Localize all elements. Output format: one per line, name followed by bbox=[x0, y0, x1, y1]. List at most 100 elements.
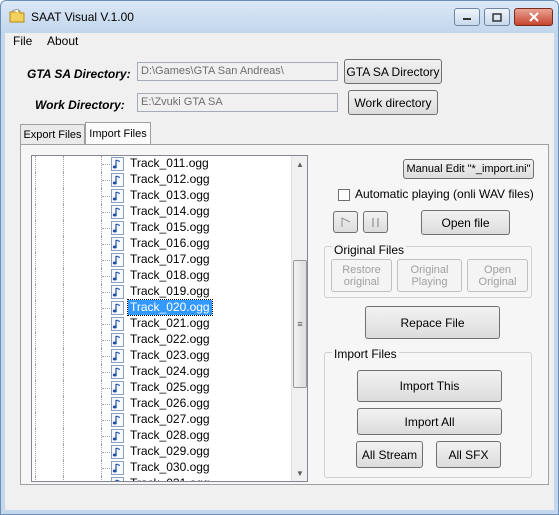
tree-item[interactable]: Track_025.ogg bbox=[32, 380, 292, 396]
audio-file-icon bbox=[111, 365, 124, 379]
play-icon bbox=[341, 216, 350, 227]
tree-guide-line bbox=[63, 428, 65, 444]
tree-item[interactable]: Track_030.ogg bbox=[32, 460, 292, 476]
tree-connector bbox=[102, 356, 110, 357]
tree-item[interactable]: Track_028.ogg bbox=[32, 428, 292, 444]
restore-original-line1: Restore bbox=[342, 263, 381, 276]
audio-file-icon bbox=[111, 317, 124, 331]
audio-file-icon bbox=[111, 381, 124, 395]
tree-guide-line bbox=[35, 364, 37, 380]
tab-export-files[interactable]: Export Files bbox=[20, 124, 85, 144]
tree-connector bbox=[102, 260, 110, 261]
tree-item[interactable]: Track_026.ogg bbox=[32, 396, 292, 412]
tree-connector bbox=[102, 436, 110, 437]
tree-item[interactable]: Track_024.ogg bbox=[32, 364, 292, 380]
tree-item-label: Track_029.ogg bbox=[130, 444, 210, 458]
tree-connector bbox=[102, 452, 110, 453]
tree-guide-line bbox=[63, 332, 65, 348]
tree-guide-line bbox=[35, 268, 37, 284]
tree-item[interactable]: Track_023.ogg bbox=[32, 348, 292, 364]
tree-item[interactable]: Track_022.ogg bbox=[32, 332, 292, 348]
repace-file-button[interactable]: Repace File bbox=[365, 306, 500, 339]
tree-item-label: Track_015.ogg bbox=[130, 220, 210, 234]
open-file-button[interactable]: Open file bbox=[421, 210, 510, 235]
tree-guide-line bbox=[63, 396, 65, 412]
tree-guide-line bbox=[35, 332, 37, 348]
import-this-button[interactable]: Import This bbox=[357, 370, 502, 402]
audio-file-icon bbox=[111, 173, 124, 187]
tree-connector bbox=[102, 244, 110, 245]
tree-guide-line bbox=[63, 476, 65, 481]
tree-item[interactable]: Track_020.ogg bbox=[32, 299, 292, 316]
tree-guide-line bbox=[63, 220, 65, 236]
tree-item-label: Track_023.ogg bbox=[130, 348, 210, 362]
original-playing-button[interactable]: Original Playing bbox=[397, 259, 462, 292]
auto-play-checkbox[interactable] bbox=[338, 189, 350, 201]
tree-guide-line bbox=[35, 300, 37, 316]
restore-original-button[interactable]: Restore original bbox=[331, 259, 392, 292]
tree-scrollbar[interactable]: ▲ ≡ ▼ bbox=[291, 156, 307, 481]
import-all-button[interactable]: Import All bbox=[357, 408, 502, 435]
tree-guide-line bbox=[35, 172, 37, 188]
tree-item[interactable]: Track_029.ogg bbox=[32, 444, 292, 460]
tree-item[interactable]: Track_016.ogg bbox=[32, 236, 292, 252]
work-dir-field[interactable]: E:\Zvuki GTA SA bbox=[137, 93, 338, 112]
tree-guide-line bbox=[35, 444, 37, 460]
tree-item[interactable]: Track_019.ogg bbox=[32, 284, 292, 300]
tree-guide-line bbox=[63, 364, 65, 380]
tab-import-files[interactable]: Import Files bbox=[85, 122, 151, 144]
all-sfx-button[interactable]: All SFX bbox=[436, 441, 501, 468]
tree-guide-line bbox=[63, 348, 65, 364]
tree-item[interactable]: Track_011.ogg bbox=[32, 156, 292, 172]
tree-item-label: Track_019.ogg bbox=[130, 284, 210, 298]
work-dir-button[interactable]: Work directory bbox=[348, 90, 438, 115]
audio-file-icon bbox=[111, 221, 124, 235]
scroll-thumb[interactable]: ≡ bbox=[293, 260, 307, 388]
tree-item[interactable]: Track_021.ogg bbox=[32, 316, 292, 332]
gta-dir-field[interactable]: D:\Games\GTA San Andreas\ bbox=[137, 62, 338, 81]
scroll-down-icon[interactable]: ▼ bbox=[292, 465, 307, 481]
menu-about[interactable]: About bbox=[47, 34, 78, 48]
tree-item-label: Track_031.ogg bbox=[128, 476, 212, 481]
all-stream-button[interactable]: All Stream bbox=[356, 441, 423, 468]
tree-item[interactable]: Track_027.ogg bbox=[32, 412, 292, 428]
tree-item[interactable]: Track_013.ogg bbox=[32, 188, 292, 204]
tree-connector bbox=[102, 372, 110, 373]
close-button[interactable] bbox=[514, 8, 553, 26]
tree-guide-line bbox=[63, 300, 65, 316]
manual-edit-button[interactable]: Manual Edit "*_import.ini" bbox=[403, 159, 534, 179]
tree-connector bbox=[102, 404, 110, 405]
play-button[interactable] bbox=[333, 211, 358, 233]
pause-icon bbox=[371, 217, 379, 227]
gta-dir-label: GTA SA Directory: bbox=[27, 67, 131, 81]
open-original-button[interactable]: Open Original bbox=[467, 259, 528, 292]
maximize-button[interactable] bbox=[484, 8, 510, 26]
close-icon bbox=[515, 9, 552, 25]
folder-icon bbox=[9, 9, 25, 23]
menu-bar: File About bbox=[5, 33, 554, 50]
tree-guide-line bbox=[35, 284, 37, 300]
tree-guide-line bbox=[63, 412, 65, 428]
tree-guide-line bbox=[35, 476, 37, 481]
title-bar[interactable]: SAAT Visual V.1.00 bbox=[1, 1, 558, 33]
tree-guide-line bbox=[63, 444, 65, 460]
gta-dir-button[interactable]: GTA SA Directory bbox=[344, 59, 442, 84]
tree-connector bbox=[102, 308, 110, 309]
tree-item[interactable]: Track_017.ogg bbox=[32, 252, 292, 268]
tree-guide-line bbox=[63, 460, 65, 476]
tree-item-label: Track_026.ogg bbox=[130, 396, 210, 410]
tree-item[interactable]: Track_015.ogg bbox=[32, 220, 292, 236]
tree-item[interactable]: Track_031.ogg bbox=[32, 476, 292, 481]
file-tree[interactable]: Track_011.ogg Track_012.ogg Track_013.ogg T… bbox=[31, 155, 308, 482]
menu-file[interactable]: File bbox=[13, 34, 32, 48]
tree-guide-line bbox=[35, 252, 37, 268]
scroll-up-icon[interactable]: ▲ bbox=[292, 156, 307, 172]
tree-item[interactable]: Track_012.ogg bbox=[32, 172, 292, 188]
tree-item[interactable]: Track_018.ogg bbox=[32, 268, 292, 284]
tree-item-label: Track_011.ogg bbox=[130, 156, 209, 170]
tree-connector bbox=[102, 164, 110, 165]
audio-file-icon bbox=[111, 333, 124, 347]
pause-button[interactable] bbox=[363, 211, 388, 233]
tree-item[interactable]: Track_014.ogg bbox=[32, 204, 292, 220]
minimize-button[interactable] bbox=[454, 8, 480, 26]
